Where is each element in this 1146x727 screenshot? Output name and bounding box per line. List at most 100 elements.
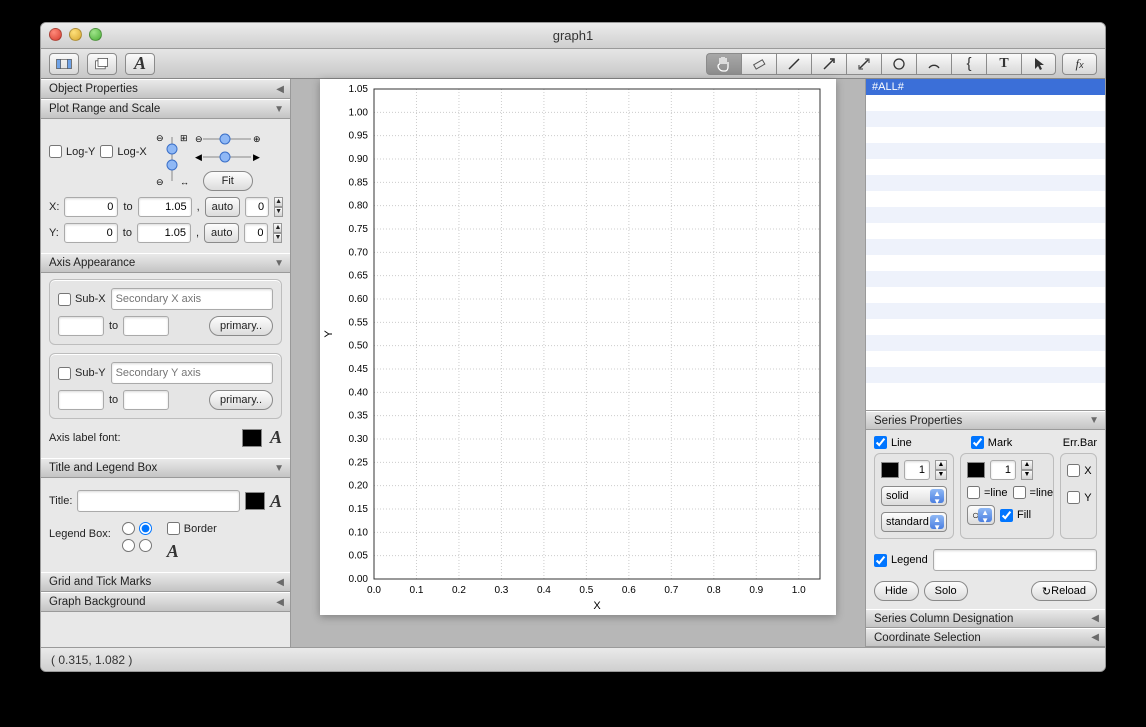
series-list-item-all[interactable]: #ALL#: [866, 79, 1105, 95]
errbar-x-checkbox[interactable]: X: [1067, 464, 1091, 477]
line-checkbox[interactable]: Line: [874, 436, 912, 449]
axis-appearance-header[interactable]: Axis Appearance: [41, 253, 290, 273]
series-list-item[interactable]: [866, 239, 1105, 255]
log-y-checkbox[interactable]: Log-Y: [49, 145, 95, 158]
mark-eqline-checkbox[interactable]: =line: [967, 486, 1008, 499]
title-input[interactable]: [77, 490, 240, 512]
sub-x-primary-button[interactable]: primary..: [209, 316, 273, 336]
arrow-tool-button[interactable]: [811, 53, 846, 75]
series-list-item[interactable]: [866, 143, 1105, 159]
sub-y-from-input[interactable]: [58, 390, 104, 410]
zoom-sliders[interactable]: ⊖⊞ ⊖↔: [154, 131, 190, 187]
sub-y-primary-button[interactable]: primary..: [209, 390, 273, 410]
series-list-item[interactable]: [866, 303, 1105, 319]
y-extra-stepper[interactable]: ▲▼: [273, 223, 282, 243]
x-to-input[interactable]: [138, 197, 192, 217]
graph-background-header[interactable]: Graph Background: [41, 592, 290, 612]
legend-text-input[interactable]: [933, 549, 1097, 571]
line-width-input[interactable]: [904, 460, 930, 480]
series-list-item[interactable]: [866, 255, 1105, 271]
hide-button[interactable]: Hide: [874, 581, 919, 601]
title-color-swatch[interactable]: [245, 492, 265, 510]
double-arrow-tool-button[interactable]: [846, 53, 881, 75]
series-list-item[interactable]: [866, 287, 1105, 303]
errbar-y-checkbox[interactable]: Y: [1067, 491, 1091, 504]
object-properties-header[interactable]: Object Properties: [41, 79, 290, 99]
x-from-input[interactable]: [64, 197, 118, 217]
line-tool-button[interactable]: [776, 53, 811, 75]
line-color-swatch[interactable]: [881, 462, 899, 478]
grid-marks-header[interactable]: Grid and Tick Marks: [41, 572, 290, 592]
legend-font-button[interactable]: A: [167, 541, 217, 562]
axis-font-color-swatch[interactable]: [242, 429, 262, 447]
series-list-item[interactable]: [866, 127, 1105, 143]
legend-pos-tr[interactable]: [139, 522, 152, 535]
minimize-button[interactable]: [69, 28, 82, 41]
series-list-item[interactable]: [866, 335, 1105, 351]
plot-range-header[interactable]: Plot Range and Scale: [41, 99, 290, 119]
reload-button[interactable]: ↻ Reload: [1031, 581, 1097, 601]
pointer-tool-button[interactable]: [1021, 53, 1056, 75]
arc-tool-button[interactable]: [916, 53, 951, 75]
sub-x-checkbox[interactable]: Sub-X: [58, 293, 106, 306]
axis-font-button[interactable]: A: [270, 427, 282, 448]
legend-border-checkbox[interactable]: Border: [167, 522, 217, 535]
sub-x-from-input[interactable]: [58, 316, 104, 336]
line-width-stepper[interactable]: ▲▼: [935, 460, 947, 480]
view-panels-button[interactable]: [49, 53, 79, 75]
fit-button[interactable]: Fit: [203, 171, 253, 191]
series-list-item[interactable]: [866, 207, 1105, 223]
zoom-sliders-h[interactable]: ⊖⊕ ◀▶: [195, 131, 261, 167]
brace-tool-button[interactable]: {: [951, 53, 986, 75]
mark-fill-checkbox[interactable]: Fill: [1000, 509, 1031, 522]
series-list-item[interactable]: [866, 351, 1105, 367]
font-tool-button[interactable]: A: [125, 53, 155, 75]
mark-size-stepper[interactable]: ▲▼: [1021, 460, 1033, 480]
log-x-checkbox[interactable]: Log-X: [100, 145, 146, 158]
zoom-button[interactable]: [89, 28, 102, 41]
series-column-header[interactable]: Series Column Designation: [866, 609, 1105, 628]
solo-button[interactable]: Solo: [924, 581, 968, 601]
y-to-input[interactable]: [137, 223, 191, 243]
mark-color-swatch[interactable]: [967, 462, 985, 478]
close-button[interactable]: [49, 28, 62, 41]
series-list-item[interactable]: [866, 383, 1105, 399]
mark-size-input[interactable]: [990, 460, 1016, 480]
x-extra-input[interactable]: [245, 197, 269, 217]
series-list-item[interactable]: [866, 191, 1105, 207]
series-list-item[interactable]: [866, 95, 1105, 111]
fx-tool-button[interactable]: fx: [1062, 53, 1097, 75]
view-stack-button[interactable]: [87, 53, 117, 75]
legend-pos-tl[interactable]: [122, 522, 135, 535]
text-tool-button[interactable]: T: [986, 53, 1021, 75]
series-properties-header[interactable]: Series Properties: [866, 411, 1105, 430]
y-auto-button[interactable]: auto: [204, 223, 239, 243]
coord-selection-header[interactable]: Coordinate Selection: [866, 628, 1105, 647]
sub-x-to-input[interactable]: [123, 316, 169, 336]
pan-tool-button[interactable]: [706, 53, 741, 75]
series-list-item[interactable]: [866, 159, 1105, 175]
legend-pos-br[interactable]: [139, 539, 152, 552]
legend-pos-bl[interactable]: [122, 539, 135, 552]
series-list-item[interactable]: [866, 111, 1105, 127]
legend-checkbox[interactable]: Legend: [874, 554, 928, 567]
series-list-item[interactable]: [866, 367, 1105, 383]
y-extra-input[interactable]: [244, 223, 268, 243]
title-legend-header[interactable]: Title and Legend Box: [41, 458, 290, 478]
line-style-combo[interactable]: solid▲▼: [881, 486, 947, 506]
line-type-combo[interactable]: standard▲▼: [881, 512, 947, 532]
sub-y-title-input[interactable]: [111, 362, 273, 384]
x-auto-button[interactable]: auto: [205, 197, 240, 217]
sub-x-title-input[interactable]: [111, 288, 273, 310]
series-list-item[interactable]: [866, 175, 1105, 191]
series-list-item[interactable]: [866, 223, 1105, 239]
series-list-item[interactable]: [866, 319, 1105, 335]
eraser-tool-button[interactable]: [741, 53, 776, 75]
chart-canvas[interactable]: 0.000.050.100.150.200.250.300.350.400.45…: [320, 79, 836, 615]
mark-checkbox[interactable]: Mark: [971, 436, 1012, 449]
sub-y-to-input[interactable]: [123, 390, 169, 410]
y-from-input[interactable]: [64, 223, 118, 243]
x-extra-stepper[interactable]: ▲▼: [274, 197, 283, 217]
title-font-button[interactable]: A: [270, 491, 282, 512]
mark-shape-combo[interactable]: ○▲▼: [967, 505, 995, 525]
